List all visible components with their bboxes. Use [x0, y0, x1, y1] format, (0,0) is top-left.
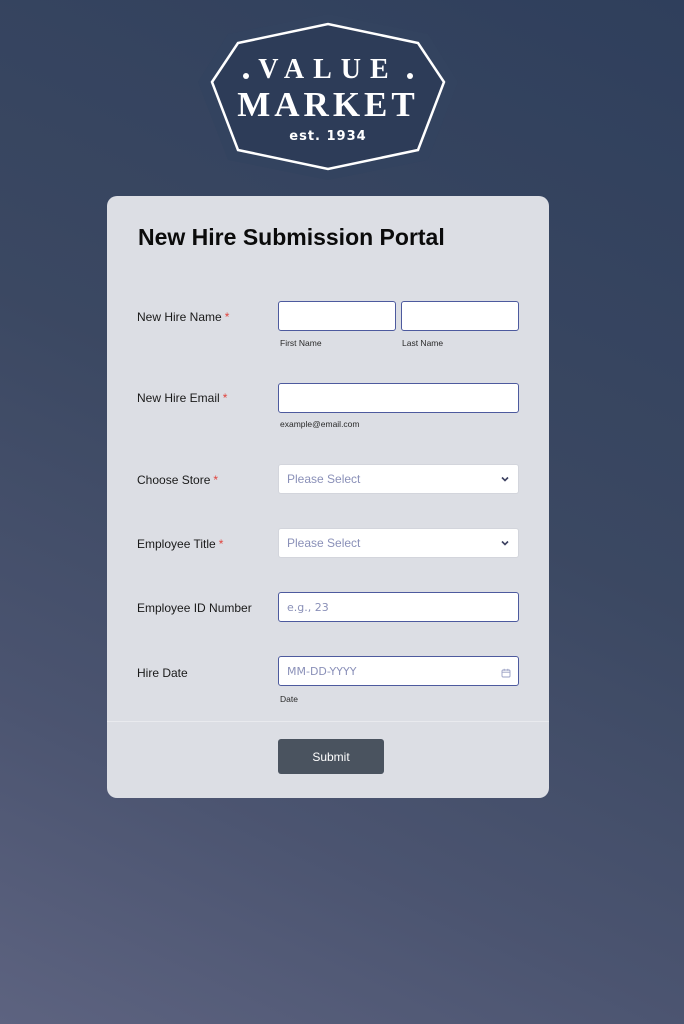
required-mark: * — [218, 537, 224, 551]
logo-line-value: VALUE — [258, 54, 397, 85]
first-name-sublabel: First Name — [280, 338, 322, 348]
employee-title-label-text: Employee Title — [137, 537, 216, 551]
employee-title-select[interactable]: Please Select — [278, 528, 519, 558]
chevron-down-icon — [500, 474, 510, 484]
employee-id-input[interactable] — [278, 592, 519, 622]
choose-store-label: Choose Store * — [137, 473, 218, 487]
required-mark: * — [224, 310, 230, 324]
hire-date-input[interactable] — [278, 656, 519, 686]
required-mark: * — [213, 473, 219, 487]
required-mark: * — [222, 391, 228, 405]
calendar-icon[interactable] — [501, 665, 511, 678]
email-input[interactable] — [278, 383, 519, 413]
store-select[interactable]: Please Select — [278, 464, 519, 494]
logo-line-est: est. 1934 — [289, 129, 366, 144]
hire-date-label: Hire Date — [137, 666, 188, 680]
employee-title-select-value: Please Select — [287, 536, 361, 550]
first-name-input[interactable] — [278, 301, 396, 331]
store-select-value: Please Select — [287, 472, 361, 486]
last-name-sublabel: Last Name — [402, 338, 444, 348]
hire-date-sublabel: Date — [280, 694, 298, 704]
submit-button[interactable]: Submit — [278, 739, 384, 774]
logo-line-market: MARKET — [237, 85, 419, 124]
form-divider — [107, 721, 549, 722]
email-sublabel: example@email.com — [280, 419, 360, 429]
form-title: New Hire Submission Portal — [138, 224, 445, 250]
choose-store-label-text: Choose Store — [137, 473, 211, 487]
new-hire-email-label: New Hire Email * — [137, 391, 227, 405]
value-market-logo: VALUE MARKET est. 1934 — [198, 14, 458, 180]
new-hire-name-label-text: New Hire Name — [137, 310, 222, 324]
form-card: New Hire Submission Portal New Hire Name… — [107, 196, 549, 798]
employee-id-label: Employee ID Number — [137, 601, 252, 615]
chevron-down-icon — [500, 538, 510, 548]
new-hire-email-label-text: New Hire Email — [137, 391, 220, 405]
last-name-input[interactable] — [401, 301, 519, 331]
hire-date-field[interactable] — [278, 656, 519, 686]
employee-title-label: Employee Title * — [137, 537, 223, 551]
new-hire-name-label: New Hire Name * — [137, 310, 229, 324]
